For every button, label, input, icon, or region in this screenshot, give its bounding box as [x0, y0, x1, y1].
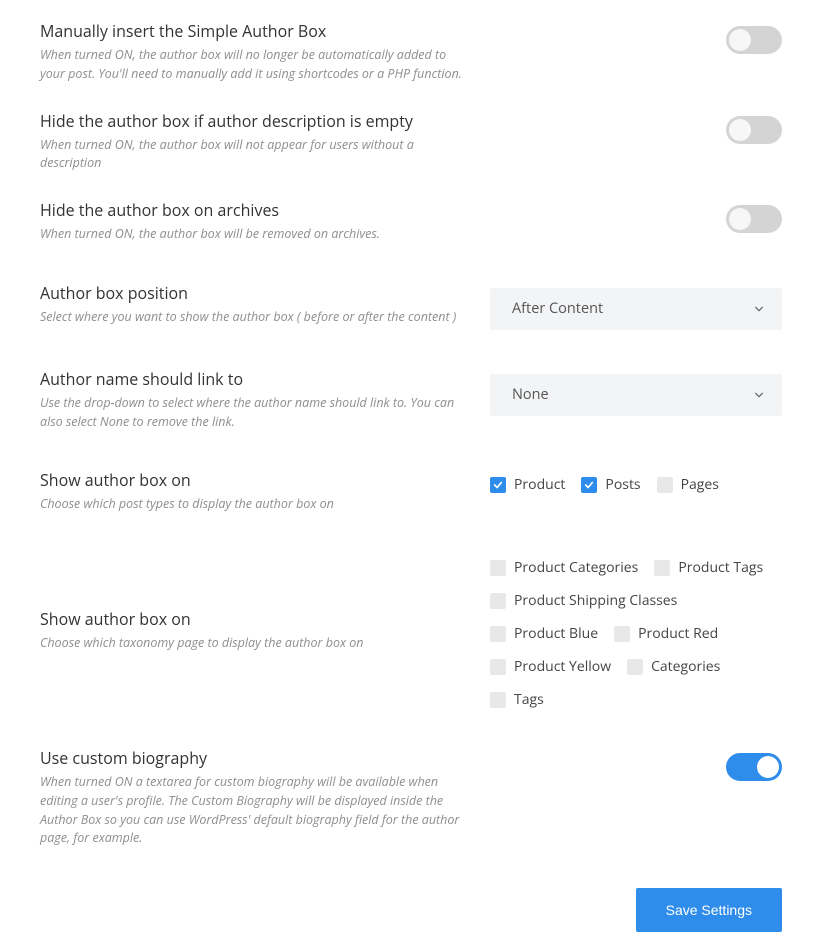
- checkbox-label: Product Red: [638, 624, 718, 643]
- setting-manual-insert: Manually insert the Simple Author Box Wh…: [40, 20, 782, 84]
- checkbox-option[interactable]: Product: [490, 475, 565, 494]
- checkbox-unchecked-icon: [490, 560, 506, 576]
- checkbox-option[interactable]: Posts: [581, 475, 640, 494]
- checkbox-label: Product Blue: [514, 624, 598, 643]
- hide-archives-toggle[interactable]: [726, 205, 782, 233]
- select-value: After Content: [512, 299, 603, 318]
- checkbox-label: Pages: [681, 475, 719, 494]
- checkbox-option[interactable]: Product Shipping Classes: [490, 591, 677, 610]
- taxonomy-checkboxes: Product Categories Product TagsProduct Sh…: [490, 558, 782, 709]
- setting-desc: When turned ON, the author box will be r…: [40, 225, 470, 244]
- setting-desc: Choose which taxonomy page to display th…: [40, 634, 470, 653]
- checkbox-checked-icon: [490, 477, 506, 493]
- custom-bio-toggle[interactable]: [726, 753, 782, 781]
- checkbox-unchecked-icon: [654, 560, 670, 576]
- checkbox-option[interactable]: Product Blue: [490, 624, 598, 643]
- chevron-down-icon: [754, 304, 764, 314]
- checkbox-unchecked-icon: [490, 659, 506, 675]
- setting-name-link: Author name should link to Use the drop-…: [40, 368, 782, 432]
- manual-insert-toggle[interactable]: [726, 26, 782, 54]
- checkbox-option[interactable]: Product Categories: [490, 558, 638, 577]
- checkbox-label: Tags: [514, 690, 544, 709]
- checkbox-label: Categories: [651, 657, 720, 676]
- setting-title: Hide the author box if author descriptio…: [40, 110, 470, 132]
- setting-hide-empty-desc: Hide the author box if author descriptio…: [40, 110, 782, 174]
- checkbox-label: Posts: [605, 475, 640, 494]
- setting-title: Show author box on: [40, 608, 470, 630]
- checkbox-option[interactable]: Product Yellow: [490, 657, 611, 676]
- setting-show-taxonomies: Show author box on Choose which taxonomy…: [40, 552, 782, 709]
- checkbox-unchecked-icon: [490, 692, 506, 708]
- setting-title: Author name should link to: [40, 368, 470, 390]
- position-select[interactable]: After Content: [490, 288, 782, 330]
- hide-empty-desc-toggle[interactable]: [726, 116, 782, 144]
- checkbox-checked-icon: [581, 477, 597, 493]
- checkbox-option[interactable]: Product Tags: [654, 558, 763, 577]
- chevron-down-icon: [754, 390, 764, 400]
- checkbox-label: Product Tags: [678, 558, 763, 577]
- save-button[interactable]: Save Settings: [636, 888, 782, 932]
- checkbox-option[interactable]: Tags: [490, 690, 544, 709]
- setting-title: Hide the author box on archives: [40, 199, 470, 221]
- checkbox-unchecked-icon: [614, 626, 630, 642]
- setting-position: Author box position Select where you wan…: [40, 282, 782, 330]
- setting-title: Show author box on: [40, 469, 470, 491]
- setting-show-post-types: Show author box on Choose which post typ…: [40, 469, 782, 514]
- post-types-checkboxes: Product Posts Pages: [490, 475, 782, 494]
- setting-desc: Select where you want to show the author…: [40, 308, 470, 327]
- setting-hide-archives: Hide the author box on archives When tur…: [40, 199, 782, 244]
- setting-desc: Use the drop-down to select where the au…: [40, 394, 470, 432]
- checkbox-option[interactable]: Pages: [657, 475, 719, 494]
- setting-custom-bio: Use custom biography When turned ON a te…: [40, 747, 782, 848]
- setting-title: Use custom biography: [40, 747, 470, 769]
- checkbox-option[interactable]: Product Red: [614, 624, 718, 643]
- checkbox-label: Product Shipping Classes: [514, 591, 677, 610]
- actions-row: Save Settings: [40, 888, 782, 932]
- name-link-select[interactable]: None: [490, 374, 782, 416]
- checkbox-label: Product Categories: [514, 558, 638, 577]
- checkbox-unchecked-icon: [657, 477, 673, 493]
- checkbox-option[interactable]: Categories: [627, 657, 720, 676]
- setting-desc: When turned ON, the author box will not …: [40, 136, 470, 174]
- setting-title: Author box position: [40, 282, 470, 304]
- checkbox-unchecked-icon: [490, 593, 506, 609]
- checkbox-unchecked-icon: [490, 626, 506, 642]
- setting-desc: When turned ON a textarea for custom bio…: [40, 773, 470, 848]
- select-value: None: [512, 385, 549, 404]
- checkbox-label: Product Yellow: [514, 657, 611, 676]
- setting-desc: When turned ON, the author box will no l…: [40, 46, 470, 84]
- setting-title: Manually insert the Simple Author Box: [40, 20, 470, 42]
- checkbox-label: Product: [514, 475, 565, 494]
- checkbox-unchecked-icon: [627, 659, 643, 675]
- setting-desc: Choose which post types to display the a…: [40, 495, 470, 514]
